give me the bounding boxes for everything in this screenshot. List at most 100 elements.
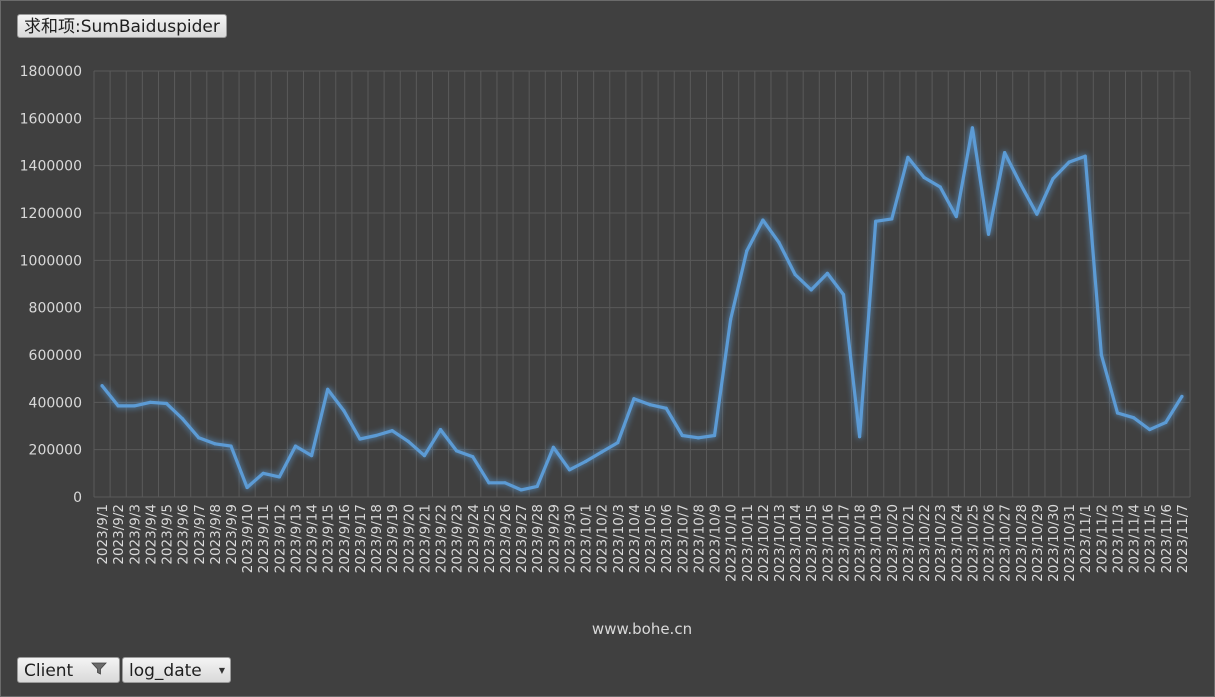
data-point xyxy=(342,409,346,413)
y-tick-label: 0 xyxy=(73,490,82,506)
x-tick-label: 2023/9/4 xyxy=(143,504,159,565)
x-tick-label: 2023/10/3 xyxy=(611,504,627,573)
data-point xyxy=(326,387,330,391)
data-point xyxy=(1083,154,1087,158)
data-point xyxy=(309,453,314,458)
y-tick-label: 1600000 xyxy=(20,111,82,127)
x-tick-label: 2023/9/29 xyxy=(546,504,562,573)
client-filter-label: Client xyxy=(24,661,74,681)
data-point xyxy=(1035,212,1039,216)
data-point xyxy=(745,249,749,253)
data-point xyxy=(680,433,684,438)
x-tick-label: 2023/9/13 xyxy=(288,504,304,573)
y-tick-label: 800000 xyxy=(29,301,82,317)
data-point xyxy=(487,481,491,485)
data-point xyxy=(374,433,378,438)
x-tick-label: 2023/10/23 xyxy=(933,504,949,582)
data-point xyxy=(181,417,185,421)
x-tick-label: 2023/10/10 xyxy=(724,504,740,582)
data-point xyxy=(906,155,910,159)
x-tick-label: 2023/10/30 xyxy=(1046,504,1062,582)
x-tick-label: 2023/11/2 xyxy=(1094,504,1110,573)
y-axis: 0 200000 400000 600000 800000 1000000 1200000 1… xyxy=(20,64,82,506)
data-point xyxy=(857,435,862,439)
data-point xyxy=(616,440,620,445)
data-point xyxy=(406,439,410,443)
data-point xyxy=(696,436,701,440)
data-point xyxy=(132,404,136,408)
x-tick-label: 2023/10/28 xyxy=(1014,504,1030,582)
x-tick-label: 2023/9/15 xyxy=(321,504,337,573)
data-point xyxy=(874,219,878,223)
client-filter-button[interactable]: Client xyxy=(17,657,120,683)
data-point xyxy=(809,288,813,292)
data-point xyxy=(729,317,733,322)
x-tick-label: 2023/10/4 xyxy=(627,504,643,573)
data-point xyxy=(245,485,249,490)
x-tick-label: 2023/10/24 xyxy=(949,504,965,582)
x-tick-label: 2023/10/7 xyxy=(675,504,691,573)
data-point xyxy=(986,232,991,236)
x-tick-label: 2023/9/25 xyxy=(482,504,498,573)
watermark: www.bohe.cn xyxy=(592,620,692,638)
x-tick-label: 2023/9/19 xyxy=(385,504,401,573)
x-tick-label: 2023/10/22 xyxy=(917,504,933,582)
filter-funnel-icon[interactable] xyxy=(91,661,107,679)
data-point xyxy=(567,468,572,472)
data-point xyxy=(1019,183,1023,187)
y-tick-label: 1200000 xyxy=(20,206,82,222)
data-point xyxy=(632,397,636,401)
x-tick-label: 2023/11/6 xyxy=(1159,504,1175,573)
x-tick-label: 2023/9/3 xyxy=(127,504,143,565)
x-tick-label: 2023/10/16 xyxy=(820,504,836,582)
x-tick-label: 2023/11/4 xyxy=(1127,504,1143,573)
x-tick-label: 2023/9/1 xyxy=(95,504,111,565)
x-tick-label: 2023/10/14 xyxy=(788,504,804,582)
dropdown-arrow-icon[interactable]: ▼ xyxy=(219,658,225,684)
x-tick-label: 2023/10/13 xyxy=(772,504,788,582)
data-point xyxy=(277,475,281,479)
x-tick-label: 2023/9/16 xyxy=(337,504,353,573)
data-point xyxy=(229,444,233,448)
x-tick-label: 2023/9/11 xyxy=(256,504,272,573)
data-point xyxy=(1067,160,1071,164)
x-tick-label: 2023/10/11 xyxy=(740,504,756,582)
log-date-axis-button[interactable]: log_date ▼ xyxy=(122,657,231,683)
x-tick-label: 2023/10/8 xyxy=(691,504,707,573)
x-tick-label: 2023/9/14 xyxy=(305,504,321,573)
x-tick-label: 2023/11/7 xyxy=(1175,504,1191,573)
x-tick-label: 2023/9/10 xyxy=(240,504,256,573)
x-tick-label: 2023/11/3 xyxy=(1110,504,1126,573)
data-point xyxy=(793,272,797,277)
x-tick-label: 2023/10/17 xyxy=(836,504,852,582)
data-point xyxy=(970,126,975,130)
data-point xyxy=(503,481,507,485)
x-tick-label: 2023/11/1 xyxy=(1078,504,1094,573)
data-point xyxy=(1180,394,1184,399)
data-point xyxy=(1003,151,1007,155)
data-point xyxy=(293,444,298,448)
data-point xyxy=(197,436,201,440)
x-tick-label: 2023/10/27 xyxy=(998,504,1014,582)
data-point xyxy=(1051,177,1055,181)
x-tick-label: 2023/9/26 xyxy=(498,504,514,573)
value-field-button[interactable]: 求和项:SumBaiduspider xyxy=(17,14,227,38)
data-point xyxy=(438,427,443,432)
y-tick-label: 1000000 xyxy=(20,253,82,269)
x-tick-label: 2023/10/12 xyxy=(756,504,772,582)
x-tick-label: 2023/9/18 xyxy=(369,504,385,573)
data-point xyxy=(841,293,846,297)
value-field-label: 求和项:SumBaiduspider xyxy=(24,17,220,37)
data-point xyxy=(1115,411,1120,415)
x-tick-label: 2023/10/29 xyxy=(1030,504,1046,582)
data-point xyxy=(600,450,604,454)
x-tick-label: 2023/9/5 xyxy=(160,504,176,565)
data-point xyxy=(825,271,829,275)
data-point xyxy=(712,433,717,438)
data-point xyxy=(422,453,427,458)
x-tick-label: 2023/9/17 xyxy=(353,504,369,573)
data-point xyxy=(100,384,104,388)
x-axis: 2023/9/1 2023/9/2 2023/9/3 2023/9/4 2023/9/5… xyxy=(95,504,1191,582)
data-point xyxy=(261,471,265,475)
x-tick-label: 2023/10/21 xyxy=(901,504,917,582)
